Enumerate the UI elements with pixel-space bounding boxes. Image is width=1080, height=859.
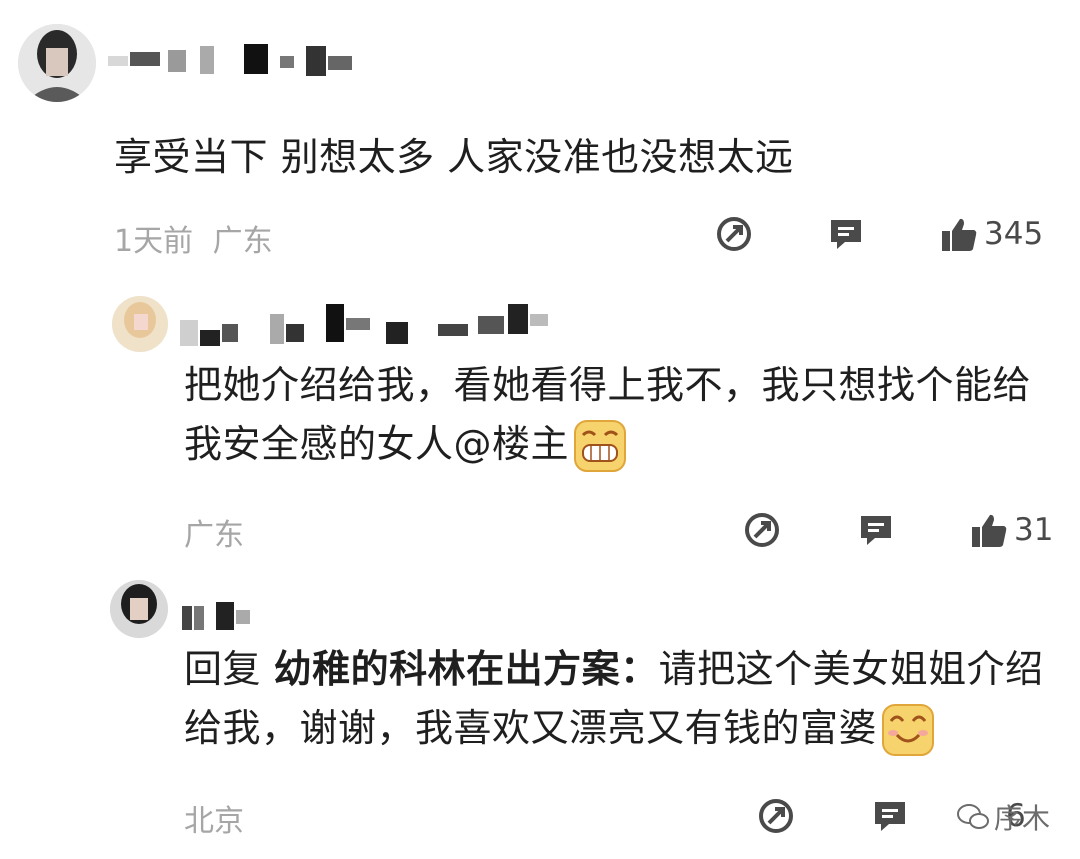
grin-emoji <box>574 420 627 473</box>
comment-time: 1天前 <box>114 224 194 259</box>
watermark: 序木 <box>956 797 1050 837</box>
comment-location: 广东 <box>184 518 244 553</box>
reply-target-username[interactable]: 幼稚的科林在出方案： <box>274 647 659 691</box>
share-icon <box>745 513 779 547</box>
thumbs-up-icon <box>942 218 977 251</box>
share-button[interactable] <box>714 214 754 254</box>
like-button[interactable]: 345 <box>940 212 1052 256</box>
username-redacted <box>108 42 358 78</box>
comment-text: 回复 幼稚的科林在出方案：请把这个美女姐姐介绍给我，谢谢，我喜欢又漂亮又有钱的富… <box>184 640 1054 758</box>
comment-text: 把她介绍给我，看她看得上我不，我只想找个能给我安全感的女人@楼主 <box>184 356 1044 474</box>
comment-text: 享受当下 别想太多 人家没准也没想太远 <box>114 135 794 179</box>
wechat-icon <box>956 804 989 829</box>
like-count: 31 <box>1014 512 1054 548</box>
reply-button[interactable] <box>856 510 896 550</box>
avatar-image <box>18 24 96 102</box>
avatar-image <box>112 296 168 352</box>
comment-location: 北京 <box>184 804 244 839</box>
smile-emoji <box>882 704 935 757</box>
share-icon <box>759 799 793 833</box>
avatar[interactable] <box>18 24 96 102</box>
avatar[interactable] <box>112 296 168 352</box>
reply-icon <box>861 516 891 545</box>
like-button[interactable]: 31 <box>970 508 1054 552</box>
comment-meta: 1天前 广东 <box>114 216 273 260</box>
share-button[interactable] <box>756 796 796 836</box>
reply-button[interactable] <box>870 796 910 836</box>
avatar-image <box>110 580 168 638</box>
like-count: 345 <box>984 216 1044 252</box>
thumbs-up-icon <box>972 514 1007 547</box>
comment-location: 广东 <box>212 224 273 259</box>
avatar[interactable] <box>110 580 168 638</box>
share-button[interactable] <box>742 510 782 550</box>
reply-icon <box>875 802 905 831</box>
share-icon <box>717 217 751 251</box>
reply-button[interactable] <box>826 214 866 254</box>
username-redacted <box>180 598 260 634</box>
reply-prefix: 回复 <box>184 647 262 691</box>
reply-icon <box>831 220 861 249</box>
watermark-text: 序木 <box>993 802 1050 835</box>
username-redacted <box>178 300 558 348</box>
